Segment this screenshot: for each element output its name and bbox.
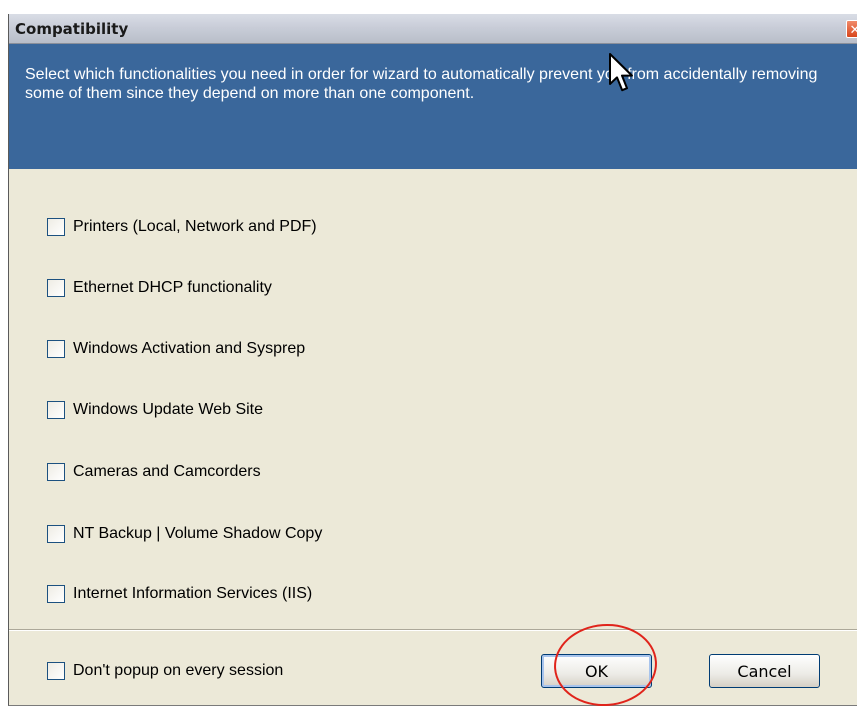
checkbox[interactable] [47, 463, 65, 481]
checkbox[interactable] [47, 340, 65, 358]
option-printers[interactable]: Printers (Local, Network and PDF) [47, 215, 317, 239]
option-windows-update[interactable]: Windows Update Web Site [47, 398, 263, 422]
checkbox[interactable] [47, 585, 65, 603]
checkbox[interactable] [47, 525, 65, 543]
checkbox[interactable] [47, 401, 65, 419]
option-label: Internet Information Services (IIS) [73, 585, 313, 602]
title-bar[interactable]: Compatibility ✕ [9, 14, 857, 44]
option-label: Printers (Local, Network and PDF) [73, 218, 317, 235]
option-nt-backup[interactable]: NT Backup | Volume Shadow Copy [47, 522, 322, 546]
option-label: Windows Activation and Sysprep [73, 340, 306, 357]
close-icon[interactable]: ✕ [846, 20, 857, 38]
compatibility-dialog: Compatibility ✕ Select which functionali… [8, 14, 857, 710]
option-ethernet-dhcp[interactable]: Ethernet DHCP functionality [47, 276, 272, 300]
checkbox[interactable] [47, 279, 65, 297]
window-title: Compatibility [15, 20, 129, 38]
functionality-list: Printers (Local, Network and PDF) Ethern… [9, 169, 857, 629]
option-label: Cameras and Camcorders [73, 463, 261, 480]
ok-button[interactable]: OK [541, 654, 652, 688]
checkbox[interactable] [47, 662, 65, 680]
option-iis[interactable]: Internet Information Services (IIS) [47, 582, 312, 606]
checkbox[interactable] [47, 218, 65, 236]
option-label: NT Backup | Volume Shadow Copy [73, 525, 323, 542]
cancel-button[interactable]: Cancel [709, 654, 820, 688]
option-label: Windows Update Web Site [73, 401, 264, 418]
option-cameras[interactable]: Cameras and Camcorders [47, 460, 261, 484]
option-windows-activation[interactable]: Windows Activation and Sysprep [47, 337, 305, 361]
dont-popup-option[interactable]: Don't popup on every session [47, 659, 283, 683]
divider [9, 629, 857, 631]
dont-popup-label: Don't popup on every session [73, 662, 284, 679]
description-text: Select which functionalities you need in… [25, 66, 818, 102]
option-label: Ethernet DHCP functionality [73, 279, 272, 296]
description-header: Select which functionalities you need in… [9, 44, 857, 169]
